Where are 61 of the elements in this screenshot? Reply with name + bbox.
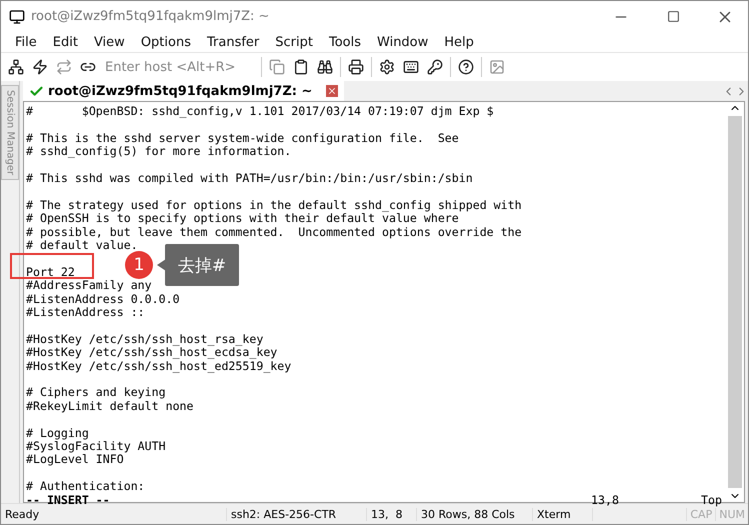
terminal-line: # Logging	[26, 426, 90, 440]
window-title: root@iZwz9fm5tq91fqakm9lmj7Z: ~	[31, 9, 270, 24]
menu-item[interactable]: Options	[132, 34, 199, 50]
terminal-line: # This is the sshd server system-wide configuration file. See	[26, 132, 460, 146]
scrollbar-thumb[interactable]	[728, 116, 742, 488]
menu-item[interactable]: View	[86, 34, 133, 50]
status-cell: Ready	[1, 508, 227, 520]
terminal-line: # Ciphers and keying	[26, 386, 167, 400]
terminal-line: Port 22	[26, 266, 76, 280]
binoculars-icon[interactable]	[316, 58, 334, 76]
status-cell: ssh2: AES-256-CTR	[227, 508, 367, 520]
lightning-icon[interactable]	[31, 58, 49, 76]
terminal-line: # Authentication:	[26, 480, 146, 494]
clipboard-icon[interactable]	[292, 58, 310, 76]
status-cell: Xterm	[533, 508, 593, 520]
tree-icon[interactable]	[7, 58, 25, 76]
menu-item[interactable]: Edit	[44, 34, 86, 50]
terminal-line: # sshd_config(5) for more information.	[26, 145, 292, 159]
menu-item[interactable]: Help	[436, 34, 482, 50]
status-cell: 13, 8	[367, 508, 417, 520]
menu-item[interactable]: Window	[369, 34, 436, 50]
help-icon[interactable]	[457, 58, 475, 76]
print-icon[interactable]	[347, 58, 365, 76]
terminal-line: # default value.	[26, 239, 139, 252]
keyboard-icon[interactable]	[402, 58, 420, 76]
scroll-position: Top	[701, 494, 723, 508]
menu-item[interactable]: Script	[267, 34, 321, 50]
terminal-line: #ListenAddress ::	[26, 306, 146, 320]
terminal-line: #HostKey /etc/ssh/ssh_host_ecdsa_key	[26, 346, 278, 360]
key-indicator: CAP	[686, 508, 716, 520]
terminal-line: #RekeyLimit default none	[26, 400, 195, 414]
image-icon[interactable]	[488, 58, 506, 76]
terminal-line: #HostKey /etc/ssh/ssh_host_ed25519_key	[26, 360, 292, 374]
step-badge: 1	[125, 251, 153, 279]
terminal-line: #ListenAddress 0.0.0.0	[26, 292, 181, 306]
maximize-icon[interactable]	[666, 10, 680, 23]
terminal-line: # The strategy used for options in the default sshd_config shipped with	[26, 198, 523, 212]
tab-close-icon[interactable]	[326, 85, 338, 97]
session-tab[interactable]: root@iZwz9fm5tq91fqakm9lmj7Z: ~	[23, 81, 344, 101]
menu-item[interactable]: File	[7, 34, 45, 50]
terminal-line: #LogLevel INFO	[26, 453, 124, 467]
key-icon[interactable]	[426, 58, 444, 76]
app-icon	[9, 8, 25, 24]
menu-item[interactable]: Transfer	[198, 34, 268, 50]
key-indicator: NUM	[715, 508, 748, 520]
terminal-line: # $OpenBSD: sshd_config,v 1.101 2017/03/14 07:19:07 djm Exp $	[26, 105, 495, 118]
callout-note: 去掉#	[165, 244, 239, 286]
cursor-position: 13,8	[591, 494, 620, 508]
terminal-line: #AddressFamily any	[26, 279, 153, 293]
settings-icon[interactable]	[378, 58, 396, 76]
status-cell: 30 Rows, 88 Cols	[417, 508, 533, 520]
menu-item[interactable]: Tools	[320, 34, 370, 50]
terminal-line: # OpenSSH is to specify options with their default value where	[26, 212, 459, 226]
reconnect-icon[interactable]	[55, 58, 73, 76]
terminal-line: #HostKey /etc/ssh/ssh_host_rsa_key	[26, 332, 264, 346]
vim-mode: -- INSERT --	[26, 494, 111, 508]
copy-icon[interactable]	[268, 58, 286, 76]
terminal-line: #SyslogFacility AUTH	[26, 440, 167, 454]
terminal-line: # possible, but leave them commented. Uncommented options override the	[26, 226, 523, 240]
terminal-line: # This sshd was compiled with PATH=/usr/bin:/bin:/usr/sbin:/sbin	[26, 172, 474, 186]
host-field[interactable]: Enter host <Alt+R>	[103, 58, 255, 76]
